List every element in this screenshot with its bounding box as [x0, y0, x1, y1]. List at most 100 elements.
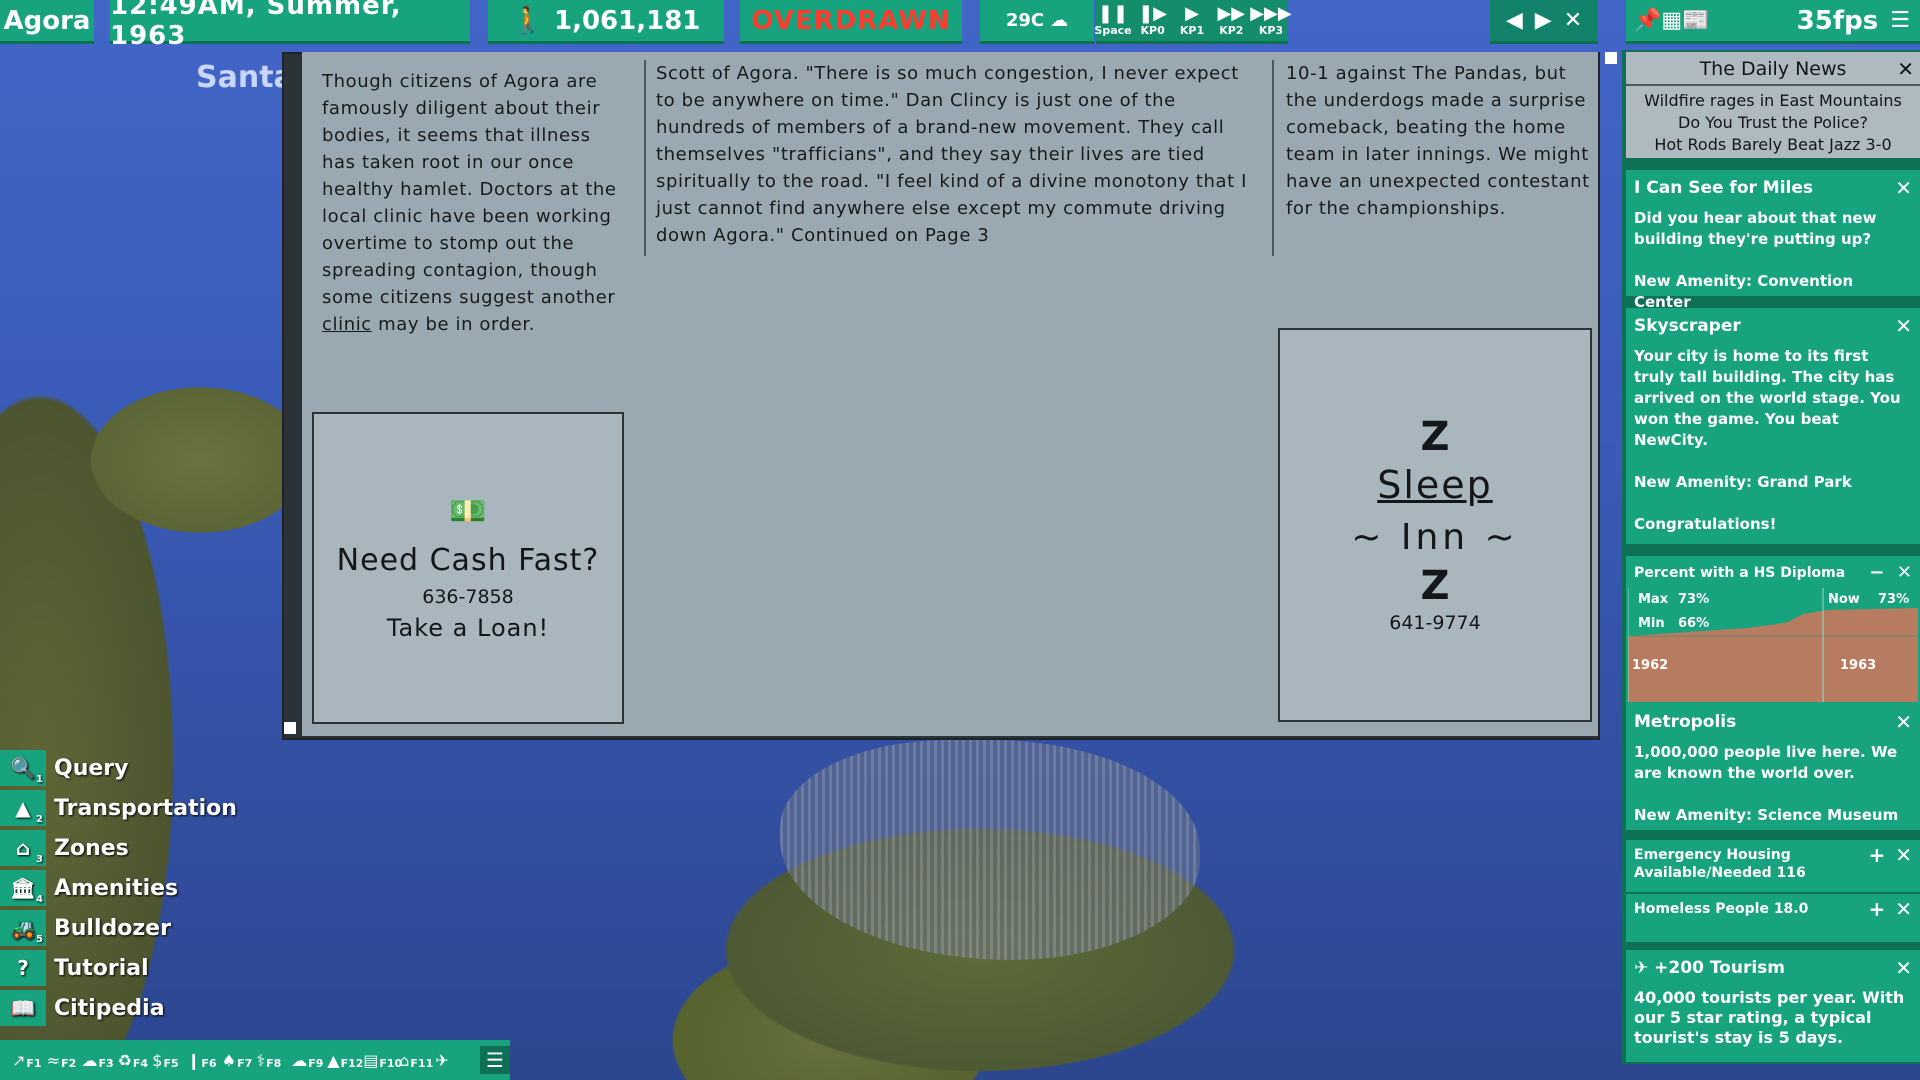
menu-zones[interactable]: ⌂ 3 Zones — [0, 828, 240, 868]
speed-2-button[interactable]: ▶▶ KP2 — [1215, 5, 1248, 37]
close-icon[interactable]: ✕ — [1895, 710, 1912, 734]
article-column-3: 10-1 against The Pandas, but the underdo… — [1272, 60, 1592, 256]
overlay-tourism-button[interactable]: ✈ — [435, 1051, 466, 1070]
sleep-z-icon: Z — [1420, 562, 1450, 609]
tools-bar: 📌 ▦ 📰 35fps ☰ — [1626, 0, 1920, 44]
pause-button[interactable]: ❚❚ Space — [1094, 5, 1131, 37]
close-icon[interactable]: ✕ — [1895, 956, 1912, 980]
sleep-ad-subtitle: ~ Inn ~ — [1351, 516, 1519, 558]
people-icon: ♠ — [221, 1050, 237, 1070]
document-icon[interactable]: ☰ — [480, 1046, 510, 1074]
pin-icon[interactable]: 📌 — [1634, 8, 1661, 33]
card-text: 40,000 tourists per year. With our 5 sta… — [1634, 988, 1905, 1047]
weather-display[interactable]: 29C ☁ — [980, 0, 1094, 44]
grid-icon[interactable]: ▦ — [1661, 8, 1682, 33]
speed-3-button[interactable]: ▶▶▶ KP3 — [1250, 5, 1292, 37]
overlay-density-button[interactable]: ❙ F6 — [187, 1051, 218, 1070]
clinic-link[interactable]: clinic — [322, 314, 372, 335]
newspaper-icon[interactable]: 📰 — [1682, 8, 1709, 33]
menu-tutorial[interactable]: ? Tutorial — [0, 948, 240, 988]
magnifier-icon: 🔍 1 — [0, 750, 46, 786]
graph-title: Percent with a HS Diploma — [1634, 564, 1846, 581]
overlay-education-button[interactable]: ▤ F10 — [363, 1051, 402, 1070]
close-icon[interactable]: ✕ — [1895, 176, 1912, 200]
card-title: +200 Tourism — [1654, 958, 1785, 978]
headline-item[interactable]: Do You Trust the Police? — [1626, 112, 1920, 134]
notification-card[interactable]: Metropolis ✕ 1,000,000 people live here. … — [1626, 704, 1920, 830]
loan-ad[interactable]: 💵 Need Cash Fast? 636-7858 Take a Loan! — [312, 412, 624, 724]
play-slow-icon: ❚▶ — [1138, 3, 1168, 24]
expand-icon[interactable]: + — [1868, 845, 1885, 865]
overlay-water-button[interactable]: ♻ F4 — [118, 1051, 149, 1070]
overlay-pollution-button[interactable]: ☁ F3 — [82, 1051, 114, 1070]
overlay-weather-button[interactable]: ☁ F9 — [291, 1051, 323, 1070]
density-icon: ❙ — [187, 1050, 201, 1070]
close-newspaper-icon[interactable]: ✕ — [1564, 8, 1582, 33]
speed-0-button[interactable]: ❚▶ KP0 — [1136, 3, 1169, 37]
close-icon[interactable]: ✕ — [1895, 314, 1912, 338]
next-page-icon[interactable]: ▶ — [1535, 8, 1552, 33]
overlay-population-button[interactable]: ♠ F7 — [222, 1051, 253, 1070]
diploma-graph-card[interactable]: Percent with a HS Diploma − ✕ Max 73% Mi… — [1626, 556, 1920, 704]
article-column-2: Scott of Agora. "There is so much conges… — [644, 60, 1262, 256]
graph-plot: Max 73% Min 66% Now 73% 1962 1963 — [1628, 588, 1918, 702]
card-title: I Can See for Miles — [1634, 178, 1814, 198]
overlay-money-button[interactable]: $ F5 — [152, 1051, 183, 1070]
menu-amenities[interactable]: 🏛 4 Amenities — [0, 868, 240, 908]
close-icon[interactable]: ✕ — [1895, 845, 1912, 865]
overlay-road-button[interactable]: ↗ F1 — [12, 1051, 43, 1070]
close-icon[interactable]: ✕ — [1895, 899, 1912, 919]
menu-citipedia[interactable]: 📖 Citipedia — [0, 988, 240, 1028]
previous-page-icon[interactable]: ◀ — [1506, 8, 1523, 33]
headline-item[interactable]: Wildfire rages in East Mountains — [1626, 90, 1920, 112]
overlay-housing-button[interactable]: ⌂ F11 — [399, 1050, 433, 1070]
scroll-handle-bottom[interactable] — [284, 722, 296, 734]
notification-card[interactable]: Skyscraper ✕ Your city is home to its fir… — [1626, 308, 1920, 544]
close-icon[interactable]: ✕ — [1897, 57, 1914, 81]
card-text: Your city is home to its first truly tal… — [1634, 347, 1901, 449]
sleep-ad-title: Sleep — [1377, 462, 1493, 507]
housing-label: Emergency Housing — [1634, 847, 1791, 863]
expand-icon[interactable]: + — [1868, 899, 1885, 919]
loan-ad-phone: 636-7858 — [422, 586, 514, 608]
menu-transportation[interactable]: ▲ 2 Transportation — [0, 788, 240, 828]
question-icon: ? — [0, 950, 46, 986]
homeless-card[interactable]: Homeless People 18.0 + ✕ — [1626, 894, 1920, 942]
speed-1-button[interactable]: ▶ KP1 — [1175, 3, 1208, 37]
headline-item[interactable]: Hot Rods Barely Beat Jazz 3-0 — [1626, 134, 1920, 156]
loan-ad-headline: Need Cash Fast? — [336, 543, 600, 578]
menu-icon[interactable]: ☰ — [1890, 8, 1910, 33]
population-value: 1,061,181 — [553, 5, 701, 36]
house-icon: ⌂ — [399, 1050, 410, 1070]
menu-query[interactable]: 🔍 1 Query — [0, 748, 240, 788]
city-center-map[interactable] — [780, 740, 1200, 960]
overlay-terrain-button[interactable]: ▲ F12 — [327, 1051, 363, 1070]
bulldozer-icon: 🚜 5 — [0, 910, 46, 946]
fastest-forward-icon: ▶▶▶ — [1250, 3, 1292, 24]
newspaper-page: Though citizens of Agora are famously di… — [302, 52, 1598, 736]
minimize-icon[interactable]: − — [1869, 562, 1884, 583]
house-icon: ⌂ 3 — [0, 830, 46, 866]
notification-card[interactable]: ✈ +200 Tourism ✕ 40,000 tourists per yea… — [1626, 950, 1920, 1062]
menu-bulldozer[interactable]: 🚜 5 Bulldozer — [0, 908, 240, 948]
sleep-inn-ad[interactable]: Z Sleep ~ Inn ~ Z 641-9774 — [1278, 328, 1592, 722]
daily-news-card[interactable]: The Daily News ✕ Wildfire rages in East … — [1626, 52, 1920, 158]
scroll-handle-top[interactable] — [1605, 52, 1617, 64]
loan-ad-tagline: Take a Loan! — [386, 614, 550, 642]
overlay-health-button[interactable]: ⚕ F8 — [257, 1051, 288, 1070]
notification-card[interactable]: I Can See for Miles ✕ Did you hear about … — [1626, 170, 1920, 311]
budget-status-button[interactable]: OVERDRAWN — [740, 0, 962, 44]
emergency-housing-card[interactable]: Emergency Housing Available/Needed 116 +… — [1626, 840, 1920, 892]
temperature-value: 29C — [1005, 10, 1045, 31]
road-icon: ▲ 2 — [0, 790, 46, 826]
building-icon: 🏛 4 — [0, 870, 46, 906]
graph-start-year: 1962 — [1632, 658, 1669, 673]
tourism-icon: ✈ — [1634, 958, 1649, 978]
card-text: New Amenity: Science Museum — [1634, 806, 1899, 824]
play-icon: ▶ — [1185, 3, 1199, 24]
fps-counter: 35fps — [1796, 5, 1879, 36]
population-display[interactable]: 🚶 1,061,181 — [488, 0, 724, 44]
close-icon[interactable]: ✕ — [1897, 562, 1912, 583]
city-name[interactable]: Agora — [0, 0, 94, 44]
overlay-traffic-button[interactable]: ≈ F2 — [47, 1051, 78, 1070]
